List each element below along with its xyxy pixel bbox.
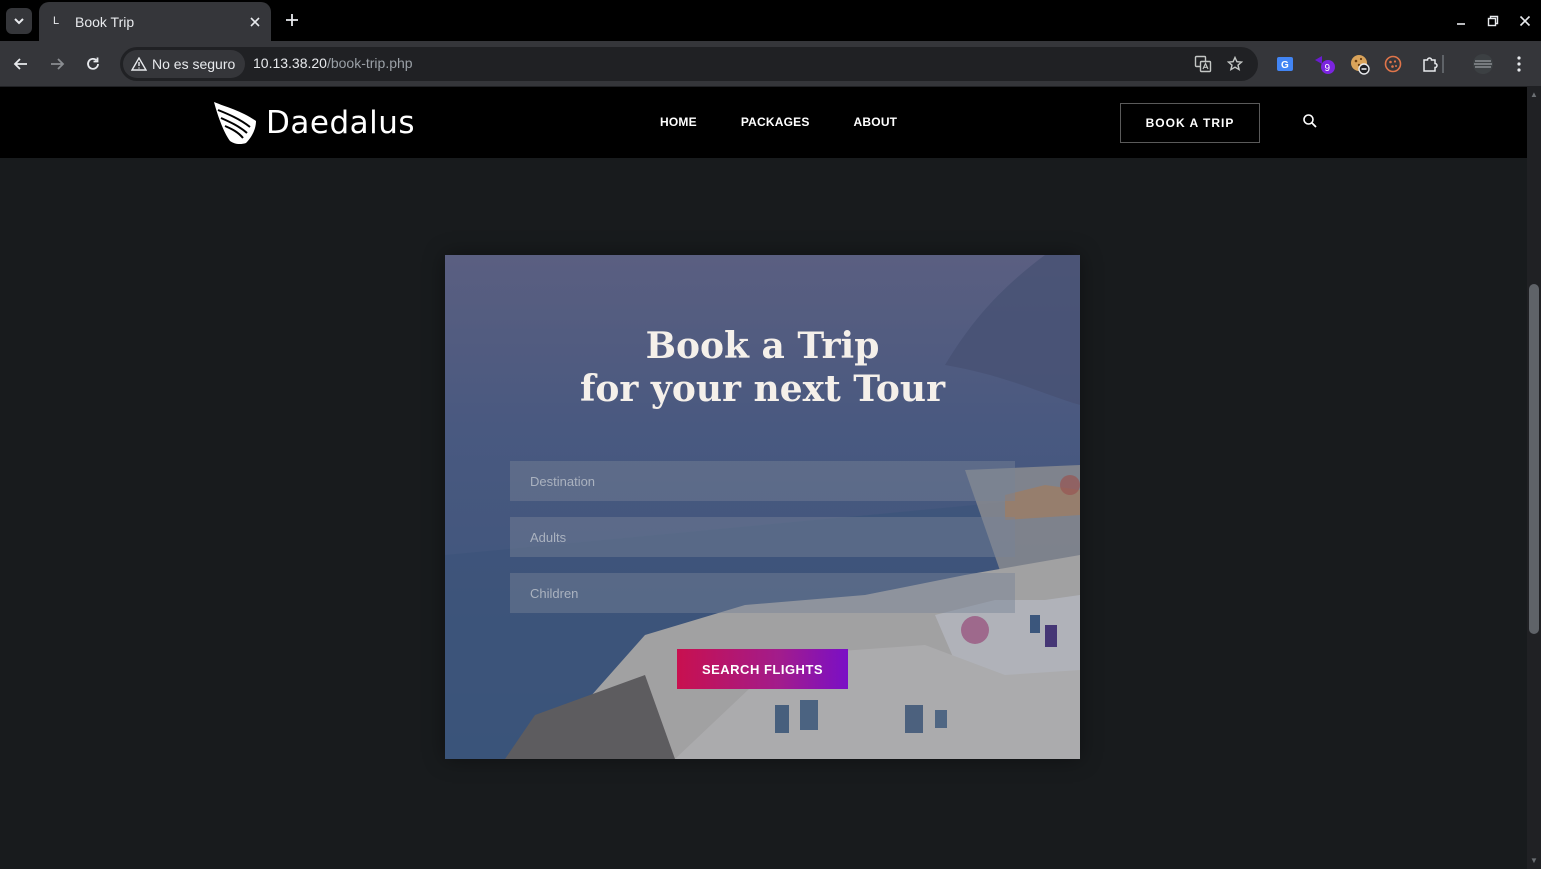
security-label: No es seguro [152, 56, 236, 72]
google-translate-extension-icon[interactable]: G [1272, 51, 1298, 77]
book-a-trip-button[interactable]: BOOK A TRIP [1120, 103, 1260, 143]
security-indicator[interactable]: No es seguro [123, 50, 246, 78]
extension-badge-icon[interactable]: 9 [1311, 51, 1337, 77]
cookie-manager-icon[interactable] [1380, 51, 1406, 77]
scrollbar-thumb[interactable] [1529, 284, 1539, 634]
browser-menu-icon[interactable] [1506, 51, 1532, 77]
site-header: Daedalus HOME PACKAGES ABOUT BOOK A TRIP [0, 87, 1527, 158]
reload-icon[interactable] [79, 50, 107, 78]
svg-text:G: G [1281, 60, 1289, 71]
forward-icon[interactable] [43, 50, 71, 78]
close-window-icon[interactable] [1509, 0, 1541, 41]
site-logo[interactable]: Daedalus [212, 99, 415, 147]
browser-toolbar: No es seguro 10.13.38.20/book-trip.php G… [0, 41, 1541, 87]
booking-title-line-2: for your next Tour [579, 368, 946, 410]
tab-search-dropdown-icon[interactable] [6, 8, 32, 34]
booking-card: Book a Trip for your next Tour SEARCH FL… [445, 255, 1080, 759]
translate-icon[interactable] [1191, 52, 1215, 76]
back-icon[interactable] [7, 50, 35, 78]
cookie-extension-icon[interactable] [1347, 51, 1373, 77]
bookmark-star-icon[interactable] [1223, 52, 1247, 76]
address-bar[interactable]: No es seguro 10.13.38.20/book-trip.php [120, 47, 1258, 81]
site-nav: HOME PACKAGES ABOUT [660, 115, 897, 129]
search-flights-button[interactable]: SEARCH FLIGHTS [677, 649, 848, 689]
url-host: 10.13.38.20 [253, 55, 327, 71]
extension-badge-count: 9 [1325, 63, 1331, 74]
logo-text: Daedalus [266, 105, 416, 141]
extensions-puzzle-icon[interactable] [1417, 51, 1443, 77]
web-page: Daedalus HOME PACKAGES ABOUT BOOK A TRIP [0, 87, 1527, 869]
search-icon[interactable] [1302, 113, 1320, 131]
url-path: /book-trip.php [326, 55, 413, 71]
tab-title: Book Trip [75, 13, 135, 30]
destination-input[interactable] [510, 461, 1015, 501]
window-controls [1445, 0, 1541, 41]
children-input[interactable] [510, 573, 1015, 613]
booking-title-line-1: Book a Trip [645, 325, 880, 367]
nav-about[interactable]: ABOUT [854, 115, 898, 129]
tab-close-icon[interactable] [241, 8, 269, 36]
browser-tab-strip: L Book Trip [0, 0, 1541, 41]
adults-input[interactable] [510, 517, 1015, 557]
page-scrollbar[interactable]: ▲ ▼ [1527, 87, 1541, 869]
wing-logo-icon [214, 102, 256, 145]
new-tab-button[interactable] [279, 7, 305, 33]
scroll-up-arrow-icon[interactable]: ▲ [1530, 91, 1538, 99]
tab-favicon-icon: L [53, 14, 60, 27]
profile-avatar-icon[interactable] [1470, 51, 1496, 77]
nav-packages[interactable]: PACKAGES [741, 115, 810, 129]
browser-tab-active[interactable]: L Book Trip [39, 2, 271, 41]
nav-home[interactable]: HOME [660, 115, 697, 129]
url-text[interactable]: 10.13.38.20/book-trip.php [253, 55, 413, 71]
restore-icon[interactable] [1477, 0, 1509, 41]
toolbar-divider [1442, 55, 1444, 73]
warning-icon [131, 57, 147, 71]
minimize-icon[interactable] [1445, 0, 1477, 41]
booking-title: Book a Trip for your next Tour [445, 325, 1080, 411]
scroll-down-arrow-icon[interactable]: ▼ [1530, 857, 1538, 865]
